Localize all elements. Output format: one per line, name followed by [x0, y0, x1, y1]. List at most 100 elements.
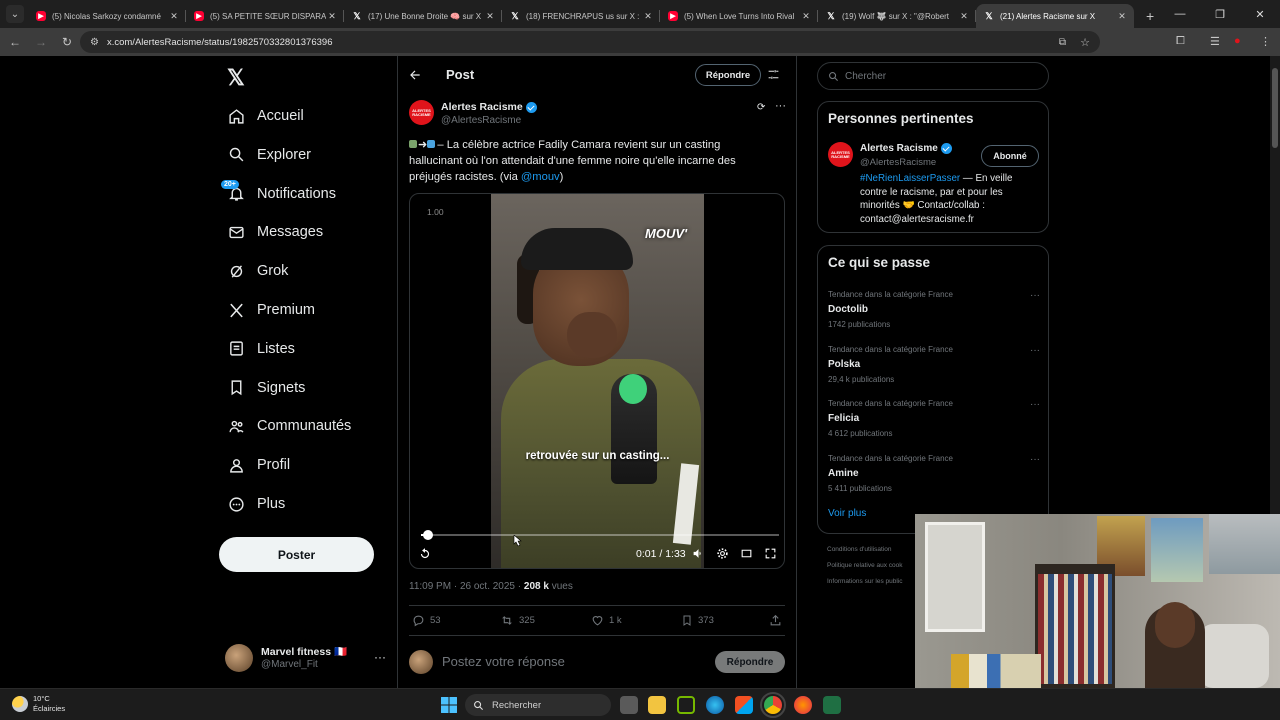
close-tab-icon[interactable]: ✕: [958, 11, 970, 22]
share-icon[interactable]: [769, 614, 782, 627]
address-bar[interactable]: ⚙ x.com/AlertesRacisme/status/1982570332…: [80, 31, 1100, 53]
close-tab-icon[interactable]: ✕: [642, 11, 654, 22]
reading-list-icon[interactable]: ☰: [1210, 35, 1220, 48]
trend-item[interactable]: Tendance dans la catégorie France Doctoli…: [828, 290, 1040, 329]
firefox-icon[interactable]: [794, 696, 812, 714]
x-logo-icon[interactable]: 𝕏: [227, 65, 245, 91]
following-button[interactable]: Abonné: [981, 145, 1039, 167]
bookmark-star-icon[interactable]: ☆: [1080, 36, 1090, 49]
microsoft-store-icon[interactable]: [735, 696, 753, 714]
nav-item-listes[interactable]: Listes: [227, 334, 295, 364]
nav-item-notifications[interactable]: 20+ Notifications: [221, 179, 336, 209]
close-tab-icon[interactable]: ✕: [168, 11, 180, 22]
maximize-button[interactable]: ❐: [1200, 0, 1240, 28]
nav-item-explorer[interactable]: Explorer: [227, 140, 311, 170]
picture-in-picture-icon[interactable]: [740, 547, 753, 560]
post-timestamp[interactable]: 11:09 PM · 26 oct. 2025 ·: [409, 581, 524, 592]
browser-tab[interactable]: 𝕏 (18) FRENCHRAPUS us sur X : " ✕: [502, 4, 660, 28]
author-name[interactable]: Alertes Racisme: [441, 101, 537, 113]
app-icon[interactable]: [823, 696, 841, 714]
footer-link[interactable]: Conditions d'utilisation: [827, 546, 891, 553]
footer-link[interactable]: Politique relative aux cook: [827, 562, 903, 569]
bookmark-stat-button[interactable]: 373: [681, 614, 714, 627]
tab-search-button[interactable]: ⌄: [6, 5, 24, 23]
new-tab-button[interactable]: +: [1146, 8, 1154, 28]
video-player[interactable]: 1.00 MOUV' retrouvée sur un casting... 0…: [409, 193, 785, 569]
replay-icon[interactable]: [418, 547, 432, 561]
grok-explain-icon[interactable]: ⟳: [757, 102, 765, 113]
scrollbar-thumb[interactable]: [1272, 68, 1278, 148]
taskbar-search[interactable]: Rechercher: [465, 694, 611, 716]
close-tab-icon[interactable]: ✕: [484, 11, 496, 22]
reply-stat-button[interactable]: 53: [412, 614, 441, 627]
like-stat-button[interactable]: 1 k: [591, 614, 622, 627]
forward-button[interactable]: →: [30, 31, 52, 53]
install-app-icon[interactable]: ⧉: [1059, 37, 1066, 48]
nav-item-profil[interactable]: Profil: [227, 450, 290, 480]
windows-start-icon[interactable]: [440, 696, 458, 714]
video-progress-bar[interactable]: [421, 530, 779, 540]
trend-more-icon[interactable]: ···: [1030, 454, 1040, 465]
extensions-icon[interactable]: ⧠: [1176, 35, 1185, 48]
account-switcher[interactable]: Marvel fitness 🇫🇷 @Marvel_Fit ···: [225, 642, 390, 676]
nav-item-grok[interactable]: Grok: [227, 256, 288, 286]
person-handle[interactable]: @AlertesRacisme: [860, 157, 936, 168]
volume-icon[interactable]: [692, 547, 705, 560]
reply-input[interactable]: Postez votre réponse: [442, 654, 565, 669]
post-more-icon[interactable]: ···: [775, 100, 786, 112]
weather-widget[interactable]: 10°C Éclaircies: [12, 694, 65, 714]
nvidia-icon[interactable]: [677, 696, 695, 714]
close-window-button[interactable]: ✕: [1240, 0, 1280, 28]
mention-link[interactable]: @mouv: [521, 171, 560, 183]
repost-stat-button[interactable]: 325: [500, 614, 535, 627]
post-button[interactable]: Poster: [219, 537, 374, 572]
browser-tab[interactable]: 𝕏 (17) Une Bonne Droite 🧠 sur X ✕: [344, 4, 502, 28]
nav-item-communautes[interactable]: Communautés: [227, 411, 351, 441]
minimize-button[interactable]: —: [1160, 0, 1200, 28]
video-scrub-handle[interactable]: [422, 530, 433, 540]
browser-menu-icon[interactable]: ⋮: [1260, 35, 1271, 48]
trend-more-icon[interactable]: ···: [1030, 399, 1040, 410]
nav-item-plus[interactable]: Plus: [227, 489, 285, 519]
edge-browser-icon[interactable]: [706, 696, 724, 714]
search-input[interactable]: Chercher: [817, 62, 1049, 90]
sliders-icon[interactable]: [767, 68, 780, 81]
back-arrow-icon[interactable]: [408, 68, 422, 82]
author-avatar[interactable]: ALERTES RACISME: [409, 100, 434, 125]
reload-button[interactable]: ↻: [56, 31, 78, 53]
hashtag-link[interactable]: #NeRienLaisserPasser: [860, 173, 960, 184]
profile-avatar-icon[interactable]: ●: [1234, 35, 1241, 47]
back-button[interactable]: ←: [4, 31, 26, 53]
browser-tab[interactable]: ▶ (5) When Love Turns Into Rival ✕: [660, 4, 818, 28]
task-view-icon[interactable]: [620, 696, 638, 714]
nav-item-signets[interactable]: Signets: [227, 373, 305, 403]
browser-tab[interactable]: ▶ (5) Nicolas Sarkozy condamné ✕: [28, 4, 186, 28]
close-tab-icon[interactable]: ✕: [1116, 11, 1128, 22]
person-avatar[interactable]: ALERTES RACISME: [828, 142, 853, 167]
browser-tab[interactable]: 𝕏 (21) Alertes Racisme sur X ✕: [976, 4, 1134, 28]
fullscreen-icon[interactable]: [764, 547, 777, 560]
nav-item-messages[interactable]: Messages: [227, 217, 323, 247]
trend-item[interactable]: Tendance dans la catégorie France Amine 5 …: [828, 454, 1040, 493]
trend-item[interactable]: Tendance dans la catégorie France Felicia…: [828, 399, 1040, 438]
person-name[interactable]: Alertes Racisme: [860, 143, 952, 154]
video-frame[interactable]: MOUV' retrouvée sur un casting...: [491, 194, 704, 568]
more-options-icon[interactable]: ···: [374, 650, 386, 664]
see-more-link[interactable]: Voir plus: [828, 508, 866, 519]
trend-item[interactable]: Tendance dans la catégorie France Polska 2…: [828, 345, 1040, 384]
browser-tab[interactable]: 𝕏 (19) Wolf 🐺 sur X : "@Robert ✕: [818, 4, 976, 28]
nav-item-premium[interactable]: Premium: [227, 295, 315, 325]
close-tab-icon[interactable]: ✕: [800, 11, 812, 22]
nav-item-accueil[interactable]: Accueil: [227, 101, 304, 131]
trend-more-icon[interactable]: ···: [1030, 290, 1040, 301]
footer-link[interactable]: Informations sur les public: [827, 578, 903, 585]
file-explorer-icon[interactable]: [648, 696, 666, 714]
site-info-icon[interactable]: ⚙: [90, 37, 99, 48]
reply-submit-button[interactable]: Répondre: [715, 651, 785, 673]
settings-gear-icon[interactable]: [716, 547, 729, 560]
trend-more-icon[interactable]: ···: [1030, 345, 1040, 356]
browser-tab[interactable]: ▶ (5) SA PETITE SŒUR DISPARAÎT ✕: [186, 4, 344, 28]
header-reply-button[interactable]: Répondre: [695, 64, 761, 86]
chrome-browser-icon[interactable]: [760, 692, 786, 718]
author-handle[interactable]: @AlertesRacisme: [441, 115, 521, 126]
